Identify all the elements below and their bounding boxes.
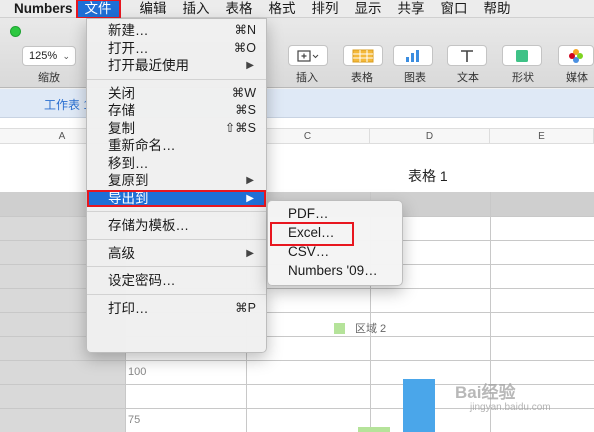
submenu-arrow-icon: ▶ [246, 192, 254, 204]
menu-item-label: 导出到 [108, 190, 149, 206]
menu-separator [87, 78, 266, 80]
menubar-insert[interactable]: 插入 [175, 0, 218, 18]
window-zoom-button[interactable] [10, 26, 21, 37]
media-button[interactable] [558, 45, 594, 66]
menu-separator [87, 211, 266, 212]
table-title[interactable]: 表格 1 [408, 166, 448, 186]
watermark-url: jingyan.baidu.com [470, 402, 551, 413]
menubar-help[interactable]: 帮助 [476, 0, 519, 18]
export-pdf[interactable]: PDF… [268, 204, 402, 223]
chevron-down-icon: ⌄ [62, 51, 70, 61]
text-label: 文本 [457, 72, 479, 84]
menubar-arrange[interactable]: 排列 [304, 0, 347, 18]
watermark-logo: Bai经验 [455, 383, 516, 402]
menu-item-label: 重新命名… [108, 138, 176, 153]
menu-item-print[interactable]: 打印… ⌘P [87, 300, 266, 318]
menubar-edit[interactable]: 编辑 [132, 0, 175, 18]
export-excel[interactable]: Excel… [268, 222, 402, 246]
table-label: 表格 [351, 72, 373, 84]
menu-item-rename[interactable]: 重新命名… [87, 137, 266, 155]
menu-shortcut: ⌘N [234, 23, 256, 37]
chart-label: 图表 [404, 72, 426, 84]
menubar-window[interactable]: 窗口 [433, 0, 476, 18]
text-button[interactable] [447, 45, 487, 66]
menu-shortcut: ⌘W [231, 85, 256, 100]
menu-item-new[interactable]: 新建… ⌘N [87, 22, 266, 40]
menu-shortcut: ⌘O [233, 40, 256, 55]
chart-bar[interactable] [358, 427, 390, 432]
menu-item-label: 移到… [108, 155, 149, 171]
menu-separator [87, 238, 266, 240]
menubar-table[interactable]: 表格 [218, 0, 261, 18]
file-menu: 新建… ⌘N 打开… ⌘O 打开最近使用 ▶ 关闭 ⌘W 存储 ⌘S 复制 ⇧⌘S 重新命名… [86, 18, 267, 353]
menubar-file[interactable]: 文件 [75, 0, 121, 19]
table-button[interactable] [343, 45, 383, 66]
menu-item-label: 打印… [108, 300, 149, 316]
menu-item-label: 关闭 [108, 85, 135, 101]
submenu-arrow-icon: ▶ [246, 175, 254, 186]
y-axis-tick: 100 [128, 366, 147, 378]
menu-item-set-password[interactable]: 设定密码… [87, 272, 266, 290]
menu-item-label: 存储为模板… [108, 218, 189, 233]
menu-item-duplicate[interactable]: 复制 ⇧⌘S [87, 120, 266, 138]
column-header-d[interactable]: D [370, 128, 490, 144]
menu-item-advanced[interactable]: 高级 ▶ [87, 245, 266, 263]
menu-separator [87, 266, 266, 267]
chart-bar[interactable] [403, 379, 435, 432]
insert-label: 插入 [296, 72, 318, 84]
sheet-tab-1[interactable]: 工作表 1 [44, 96, 90, 113]
menu-item-save[interactable]: 存储 ⌘S [87, 102, 266, 120]
menu-shortcut: ⌘P [235, 300, 256, 315]
menu-item-label: 存储 [108, 103, 135, 118]
legend-label: 区域 2 [355, 323, 387, 335]
text-icon [461, 49, 473, 62]
submenu-arrow-icon: ▶ [246, 247, 254, 259]
menu-item-move-to[interactable]: 移到… [87, 155, 266, 173]
submenu-arrow-icon: ▶ [246, 60, 254, 71]
column-header-e[interactable]: E [490, 128, 594, 144]
menu-item-save-as-template[interactable]: 存储为模板… [87, 217, 266, 235]
table-icon [352, 49, 374, 62]
media-label: 媒体 [566, 72, 588, 84]
menu-separator [87, 293, 266, 295]
menu-item-label: 打开最近使用 [108, 58, 189, 73]
shape-button[interactable] [502, 45, 542, 66]
export-numbers-09[interactable]: Numbers '09… [268, 261, 402, 280]
menubar-view[interactable]: 显示 [347, 0, 390, 18]
menu-item-label: 复原到 [108, 173, 149, 188]
chart-icon [406, 49, 419, 62]
menu-item-revert-to[interactable]: 复原到 ▶ [87, 172, 266, 190]
menu-item-label: 复制 [108, 120, 135, 136]
export-submenu: PDF… Excel… CSV… Numbers '09… [267, 200, 403, 286]
chart-button[interactable] [393, 45, 433, 66]
export-csv[interactable]: CSV… [268, 242, 402, 261]
zoom-select[interactable]: 125% ⌄ [22, 46, 76, 66]
menubar: Numbers 文件 编辑 插入 表格 格式 排列 显示 共享 窗口 帮助 [0, 0, 594, 19]
menu-item-open-recent[interactable]: 打开最近使用 ▶ [87, 57, 266, 75]
photos-icon [569, 48, 583, 63]
zoom-value: 125% [29, 50, 58, 62]
menu-item-close[interactable]: 关闭 ⌘W [87, 85, 266, 103]
shape-label: 形状 [512, 72, 534, 84]
menubar-share[interactable]: 共享 [390, 0, 433, 18]
menu-item-open[interactable]: 打开… ⌘O [87, 40, 266, 58]
menu-shortcut: ⇧⌘S [224, 120, 256, 135]
menu-item-label: 高级 [108, 245, 135, 261]
menu-item-label: 打开… [108, 40, 149, 56]
zoom-label: 缩放 [38, 72, 60, 84]
menu-shortcut: ⌘S [235, 103, 256, 117]
insert-icon [297, 49, 319, 62]
menubar-format[interactable]: 格式 [261, 0, 304, 18]
chart-legend[interactable]: 区域 2 [334, 320, 386, 336]
menu-item-label: 新建… [108, 23, 149, 38]
y-axis-tick: 75 [128, 414, 141, 426]
menu-item-export-to[interactable]: 导出到 ▶ [87, 189, 266, 207]
legend-swatch [334, 322, 345, 334]
shape-icon [516, 49, 528, 62]
insert-button[interactable] [288, 45, 328, 66]
menubar-app-name[interactable]: Numbers [0, 0, 77, 18]
menu-item-label: 设定密码… [108, 273, 176, 288]
row-divider [0, 360, 594, 361]
